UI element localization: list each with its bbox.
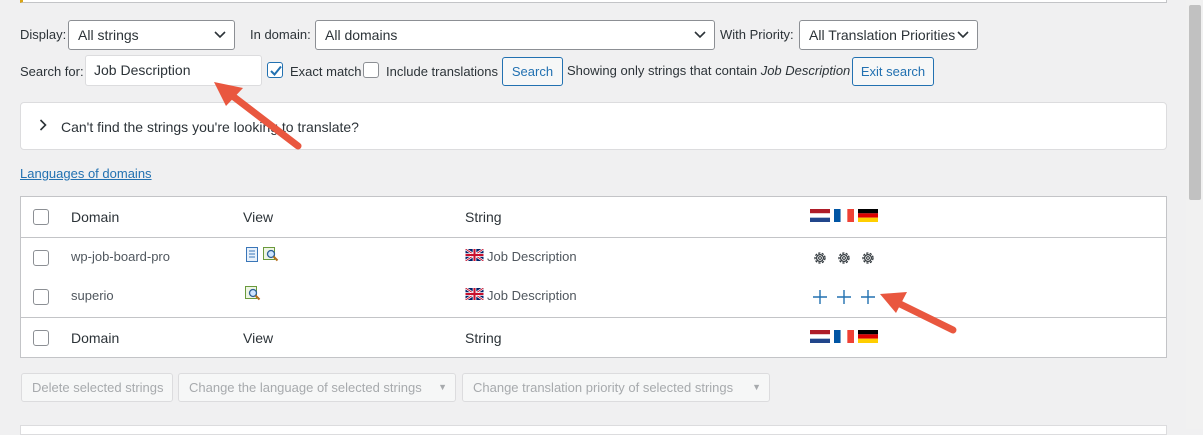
column-header-view: View	[243, 209, 274, 225]
plus-icon[interactable]	[812, 289, 828, 305]
caret-down-icon: ▼	[752, 382, 761, 392]
row-domain: wp-job-board-pro	[71, 249, 170, 264]
row-checkbox[interactable]	[33, 289, 49, 305]
checkmark-icon	[270, 65, 282, 76]
flag-de-icon	[858, 330, 878, 343]
scrollbar-thumb[interactable]	[1189, 5, 1201, 200]
domain-label: In domain:	[250, 27, 311, 42]
change-priority-select[interactable]: Change translation priority of selected …	[462, 373, 770, 402]
magnifier-icon[interactable]	[263, 247, 279, 262]
priority-label: With Priority:	[720, 27, 794, 42]
magnifier-icon[interactable]	[245, 286, 261, 301]
chevron-right-icon	[39, 119, 47, 134]
include-translations-label: Include translations	[386, 64, 499, 79]
flag-nl-icon	[810, 209, 830, 222]
document-icon[interactable]	[245, 247, 259, 262]
chevron-down-icon	[957, 21, 969, 39]
display-label: Display:	[20, 27, 67, 42]
row-checkbox[interactable]	[33, 250, 49, 266]
select-all-checkbox-footer[interactable]	[33, 330, 49, 346]
showing-text: Showing only strings that contain Job De…	[567, 63, 850, 78]
divider	[21, 317, 1166, 318]
exact-match-checkbox[interactable]	[267, 62, 283, 78]
flag-de-icon	[858, 209, 878, 222]
exact-match-label: Exact match	[290, 64, 362, 79]
exit-search-button[interactable]: Exit search	[852, 57, 934, 86]
row-string: Job Description	[487, 249, 577, 264]
column-footer-view: View	[243, 330, 274, 346]
caret-down-icon: ▼	[438, 382, 447, 392]
gear-icon[interactable]	[860, 250, 876, 266]
plus-icon[interactable]	[860, 289, 876, 305]
divider	[21, 237, 1166, 238]
search-label: Search for:	[20, 64, 84, 79]
gear-icon[interactable]	[836, 250, 852, 266]
gear-icon[interactable]	[812, 250, 828, 266]
flag-nl-icon	[810, 330, 830, 343]
row-domain: superio	[71, 288, 114, 303]
flag-fr-icon	[834, 209, 854, 222]
languages-of-domains-link[interactable]: Languages of domains	[20, 166, 152, 181]
help-panel[interactable]: Can't find the strings you're looking to…	[20, 102, 1167, 150]
scrollbar[interactable]	[1186, 0, 1203, 429]
change-language-label: Change the language of selected strings	[189, 380, 422, 395]
column-header-string[interactable]: String	[465, 209, 502, 225]
delete-selected-button[interactable]: Delete selected strings	[21, 373, 173, 402]
chevron-down-icon	[214, 21, 226, 39]
change-language-select[interactable]: Change the language of selected strings …	[178, 373, 456, 402]
priority-value: All Translation Priorities	[809, 27, 956, 43]
next-section-box	[20, 425, 1167, 435]
flag-uk-icon	[465, 249, 484, 261]
priority-select[interactable]: All Translation Priorities	[799, 20, 978, 50]
chevron-down-icon	[694, 21, 706, 39]
search-button[interactable]: Search	[502, 57, 563, 86]
include-translations-checkbox[interactable]	[363, 62, 379, 78]
column-header-domain[interactable]: Domain	[71, 209, 119, 225]
domain-select[interactable]: All domains	[315, 20, 715, 50]
domain-value: All domains	[325, 27, 398, 43]
display-select[interactable]: All strings	[68, 20, 235, 50]
select-all-checkbox[interactable]	[33, 209, 49, 225]
plus-icon[interactable]	[836, 289, 852, 305]
row-string: Job Description	[487, 288, 577, 303]
search-input[interactable]: Job Description	[85, 55, 262, 86]
showing-prefix: Showing only strings that contain	[567, 63, 758, 78]
change-priority-label: Change translation priority of selected …	[473, 380, 734, 395]
help-panel-text: Can't find the strings you're looking to…	[61, 119, 359, 135]
flag-uk-icon	[465, 288, 484, 300]
column-footer-string[interactable]: String	[465, 330, 502, 346]
notice-box	[20, 0, 1167, 3]
display-value: All strings	[78, 27, 139, 43]
column-footer-domain[interactable]: Domain	[71, 330, 119, 346]
strings-table: Domain View String wp-job-board-pro Job …	[20, 196, 1167, 358]
flag-fr-icon	[834, 330, 854, 343]
showing-term: Job Description	[760, 63, 851, 78]
